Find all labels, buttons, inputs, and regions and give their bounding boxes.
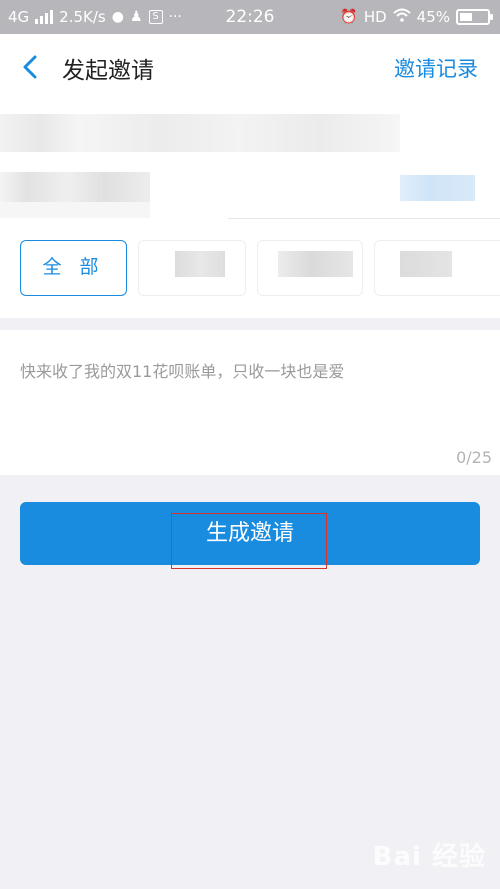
filter-tab-2[interactable] [138,240,246,296]
back-button[interactable] [16,52,46,82]
blurred-tab-label [278,251,353,277]
alarm-icon: ⏰ [340,9,358,25]
filter-tab-3[interactable] [257,240,363,296]
contact-section [0,100,500,220]
page-title: 发起邀请 [62,58,154,84]
blurred-contact-row-2 [0,172,150,202]
highlight-box [171,513,327,569]
status-bar: 4G 2.5K/s ● ♟ S ··· 22:26 ⏰ HD 45% [0,0,500,34]
tab-all[interactable]: 全 部 [20,240,127,296]
blurred-select-control[interactable] [400,175,475,201]
wifi-icon [392,8,411,26]
chevron-left-icon [23,55,37,79]
char-counter: 0/25 [456,448,492,467]
divider [228,218,500,219]
blurred-tab-label [175,251,225,277]
blurred-contact-row-1 [0,114,400,152]
blurred-tab-label [400,251,452,277]
filter-tabs: 全 部 [0,220,500,318]
message-textarea[interactable]: 快来收了我的双11花呗账单，只收一块也是爱 [20,358,344,382]
message-input-area[interactable]: 快来收了我的双11花呗账单，只收一块也是爱 0/25 [0,330,500,475]
hd-indicator: HD [363,8,387,26]
status-bar-right: ⏰ HD 45% [340,8,493,26]
nav-bar: 发起邀请 邀请记录 [0,34,500,100]
filter-tab-4[interactable] [374,240,500,296]
blurred-contact-row-3 [0,202,150,218]
battery-icon [456,9,493,25]
invite-history-link[interactable]: 邀请记录 [394,53,478,83]
battery-fill [460,13,472,21]
battery-percent: 45% [416,8,450,26]
baidu-watermark: Bai 经验 [372,842,486,872]
